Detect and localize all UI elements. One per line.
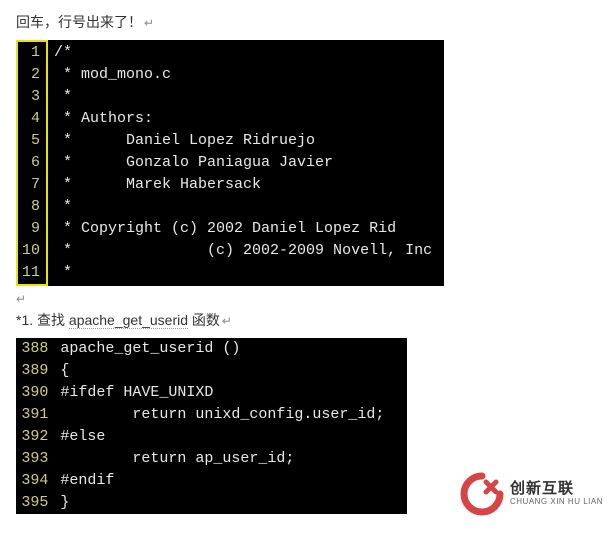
line-number: 395: [16, 492, 54, 514]
code-row: 395}: [16, 492, 407, 514]
line-number: 11: [17, 262, 47, 285]
code-line: * Marek Habersack: [47, 174, 443, 196]
code-row: 7 * Marek Habersack: [17, 174, 443, 196]
code-line: }: [54, 492, 407, 514]
intro-line-1: 回车，行号出来了！↵: [16, 12, 595, 32]
code-row: 394#endif: [16, 470, 407, 492]
line-number: 9: [17, 218, 47, 240]
code-line: #ifdef HAVE_UNIXD: [54, 382, 407, 404]
logo-mark-icon: [460, 472, 504, 516]
code-row: 393 return ap_user_id;: [16, 448, 407, 470]
code-row: 11 *: [17, 262, 443, 285]
line-number: 1: [17, 41, 47, 64]
line-number: 391: [16, 404, 54, 426]
code-line: * Authors:: [47, 108, 443, 130]
line-number: 6: [17, 152, 47, 174]
line-number: 3: [17, 86, 47, 108]
code-line: * (c) 2002-2009 Novell, Inc: [47, 240, 443, 262]
code-block-1: 1/* 2 * mod_mono.c 3 * 4 * Authors: 5 * …: [16, 40, 444, 286]
intro-text-2-suffix: 函数: [188, 312, 220, 328]
code-row: 2 * mod_mono.c: [17, 64, 443, 86]
code-line: *: [47, 262, 443, 285]
code-row: 10 * (c) 2002-2009 Novell, Inc: [17, 240, 443, 262]
code-line: * mod_mono.c: [47, 64, 443, 86]
brand-logo: 创新互联 CHUANG XIN HU LIAN: [460, 472, 603, 516]
code-block-2: 388apache_get_userid () 389{ 390#ifdef H…: [16, 338, 407, 514]
line-number: 2: [17, 64, 47, 86]
line-number: 8: [17, 196, 47, 218]
line-number: 5: [17, 130, 47, 152]
line-number: 393: [16, 448, 54, 470]
code-line: return ap_user_id;: [54, 448, 407, 470]
logo-text-cn: 创新互联: [510, 481, 603, 498]
intro-text-2-prefix: *1. 查找: [16, 312, 69, 328]
code-row: 4 * Authors:: [17, 108, 443, 130]
code-line: * Daniel Lopez Ridruejo: [47, 130, 443, 152]
code-line: * Copyright (c) 2002 Daniel Lopez Rid: [47, 218, 443, 240]
line-number: 10: [17, 240, 47, 262]
code-line: #else: [54, 426, 407, 448]
line-number: 389: [16, 360, 54, 382]
line-number: 394: [16, 470, 54, 492]
code-row: 8 *: [17, 196, 443, 218]
line-number: 7: [17, 174, 47, 196]
line-number: 4: [17, 108, 47, 130]
code-row: 388apache_get_userid (): [16, 338, 407, 360]
logo-text-pinyin: CHUANG XIN HU LIAN: [510, 498, 603, 507]
line-number: 390: [16, 382, 54, 404]
crlf-mark: ↵: [144, 16, 154, 30]
code-row: 6 * Gonzalo Paniagua Javier: [17, 152, 443, 174]
code-line: *: [47, 196, 443, 218]
code-line: *: [47, 86, 443, 108]
intro-text-1: 回车，行号出来了！: [16, 14, 142, 30]
code-line: apache_get_userid (): [54, 338, 407, 360]
code-line: return unixd_config.user_id;: [54, 404, 407, 426]
code-row: 5 * Daniel Lopez Ridruejo: [17, 130, 443, 152]
code-row: 390#ifdef HAVE_UNIXD: [16, 382, 407, 404]
code-row: 389{: [16, 360, 407, 382]
code-line: /*: [47, 41, 443, 64]
code-row: 9 * Copyright (c) 2002 Daniel Lopez Rid: [17, 218, 443, 240]
crlf-mark: ↵: [222, 314, 232, 328]
code-row: 1/*: [17, 41, 443, 64]
code-line: * Gonzalo Paniagua Javier: [47, 152, 443, 174]
paragraph-break: ↵: [16, 292, 595, 306]
code-row: 392#else: [16, 426, 407, 448]
line-number: 388: [16, 338, 54, 360]
intro-line-2: *1. 查找 apache_get_userid 函数↵: [16, 310, 595, 330]
code-row: 3 *: [17, 86, 443, 108]
function-name: apache_get_userid: [69, 312, 188, 329]
code-line: {: [54, 360, 407, 382]
line-number: 392: [16, 426, 54, 448]
code-line: #endif: [54, 470, 407, 492]
code-row: 391 return unixd_config.user_id;: [16, 404, 407, 426]
logo-text: 创新互联 CHUANG XIN HU LIAN: [510, 481, 603, 506]
